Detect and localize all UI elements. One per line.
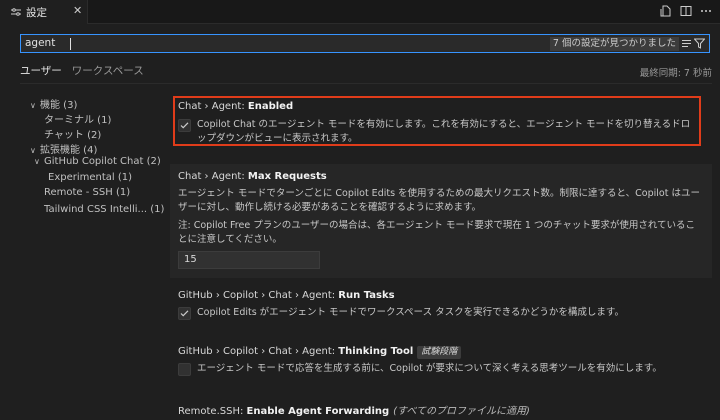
- open-settings-json-icon[interactable]: [660, 5, 672, 17]
- close-icon[interactable]: ✕: [73, 4, 82, 17]
- tab-workspace-settings[interactable]: ワークスペース: [72, 63, 144, 84]
- setting-category: GitHub › Copilot › Chat › Agent:: [178, 346, 339, 357]
- toc-item-label: Tailwind CSS Intelli... (1): [44, 204, 165, 215]
- setting-category: GitHub › Copilot › Chat › Agent:: [178, 290, 339, 301]
- experimental-badge: 試験段階: [417, 346, 462, 359]
- editor-actions: [660, 5, 712, 17]
- setting-name: Enabled: [247, 101, 294, 112]
- setting-name: Run Tasks: [338, 290, 395, 301]
- search-query: agent: [25, 37, 56, 49]
- tab-user-settings[interactable]: ユーザー: [20, 63, 62, 84]
- setting-category: Remote.SSH:: [178, 406, 247, 417]
- toc-item-extensions[interactable]: ∨ 拡張機能 (4): [30, 141, 97, 156]
- chevron-down-icon: ∨: [30, 101, 36, 110]
- setting-run-tasks: GitHub › Copilot › Chat › Agent: Run Tas…: [170, 286, 712, 330]
- toc-item-label: Remote - SSH (1): [44, 187, 131, 198]
- setting-name: Enable Agent Forwarding: [246, 406, 390, 417]
- settings-tab-label: 設定: [26, 7, 47, 19]
- settings-scope-tabs: ユーザー ワークスペース: [20, 63, 144, 84]
- max-requests-value: 15: [184, 254, 197, 265]
- toc-item-label: チャット (2): [44, 130, 102, 141]
- search-result-count: 7 個の設定が見つかりました: [549, 37, 679, 51]
- toc-item-label: GitHub Copilot Chat (2): [44, 156, 161, 167]
- toc-item-label: 機能 (3): [40, 100, 78, 111]
- setting-name: Thinking Tool: [338, 346, 414, 357]
- setting-description: Copilot Edits がエージェント モードでワークスペース タスクを実行…: [197, 307, 624, 318]
- toc-item-label: 拡張機能 (4): [40, 145, 98, 156]
- settings-tab[interactable]: 設定 ✕: [0, 0, 88, 24]
- split-editor-icon[interactable]: [680, 5, 692, 17]
- setting-title: GitHub › Copilot › Chat › Agent: Run Tas…: [178, 290, 395, 301]
- toc-item-chat[interactable]: チャット (2): [44, 126, 101, 141]
- filter-icon[interactable]: [693, 38, 706, 49]
- setting-title: Chat › Agent: Enabled: [178, 101, 293, 112]
- setting-chat-agent-max-requests: Chat › Agent: Max Requests エージェント モードでター…: [170, 164, 712, 278]
- toc-item-label: Experimental (1): [48, 172, 133, 183]
- toc-item-label: ターミナル (1): [44, 115, 112, 126]
- setting-description: エージェント モードでターンごとに Copilot Edits を使用するための…: [178, 188, 700, 213]
- chevron-down-icon: ∨: [34, 157, 40, 166]
- setting-title: GitHub › Copilot › Chat › Agent: Thinkin…: [178, 346, 462, 359]
- more-actions-icon[interactable]: [700, 5, 712, 17]
- setting-description: Copilot Chat のエージェント モードを有効にします。これを有効にする…: [197, 119, 691, 144]
- setting-category: Chat › Agent:: [178, 171, 248, 182]
- header-divider: [20, 83, 712, 84]
- setting-chat-agent-enabled: Chat › Agent: Enabled Copilot Chat のエージェ…: [170, 92, 712, 150]
- editor-tab-bar: 設定 ✕: [0, 0, 720, 24]
- settings-search-input[interactable]: agent 7 個の設定が見つかりました: [20, 34, 710, 53]
- run-tasks-checkbox[interactable]: [178, 307, 191, 320]
- setting-category: Chat › Agent:: [178, 101, 248, 112]
- toc-item-tailwind[interactable]: Tailwind CSS Intelli... (1): [44, 204, 164, 215]
- thinking-tool-checkbox[interactable]: [178, 363, 191, 376]
- max-requests-input[interactable]: 15: [178, 251, 320, 269]
- setting-note: 注: Copilot Free プランのユーザーの場合は、各エージェント モード…: [178, 220, 696, 245]
- toc-item-github-copilot-chat[interactable]: ∨ GitHub Copilot Chat (2): [34, 156, 161, 167]
- clear-filter-icon[interactable]: [681, 38, 692, 49]
- settings-sliders-icon: [11, 7, 21, 17]
- setting-thinking-tool: GitHub › Copilot › Chat › Agent: Thinkin…: [170, 344, 712, 388]
- setting-title: Chat › Agent: Max Requests: [178, 171, 327, 182]
- setting-remote-ssh-agent-forwarding: Remote.SSH: Enable Agent Forwarding (すべての…: [170, 400, 712, 420]
- toc-item-experimental[interactable]: Experimental (1): [48, 172, 132, 183]
- chevron-down-icon: ∨: [30, 146, 36, 155]
- setting-name: Max Requests: [247, 171, 327, 182]
- text-caret: [70, 38, 71, 50]
- chat-agent-enabled-checkbox[interactable]: [178, 119, 191, 132]
- applies-to-all-profiles-note: (すべてのプロファイルに適用): [393, 406, 530, 417]
- toc-item-remote-ssh[interactable]: Remote - SSH (1): [44, 187, 130, 198]
- setting-title: Remote.SSH: Enable Agent Forwarding (すべての…: [178, 402, 530, 417]
- setting-description: エージェント モードで応答を生成する前に、Copilot が要求について深く考え…: [197, 363, 662, 374]
- last-sync-status: 最終同期: 7 秒前: [639, 68, 712, 79]
- toc-item-features[interactable]: ∨ 機能 (3): [30, 96, 77, 111]
- toc-item-terminal[interactable]: ターミナル (1): [44, 111, 111, 126]
